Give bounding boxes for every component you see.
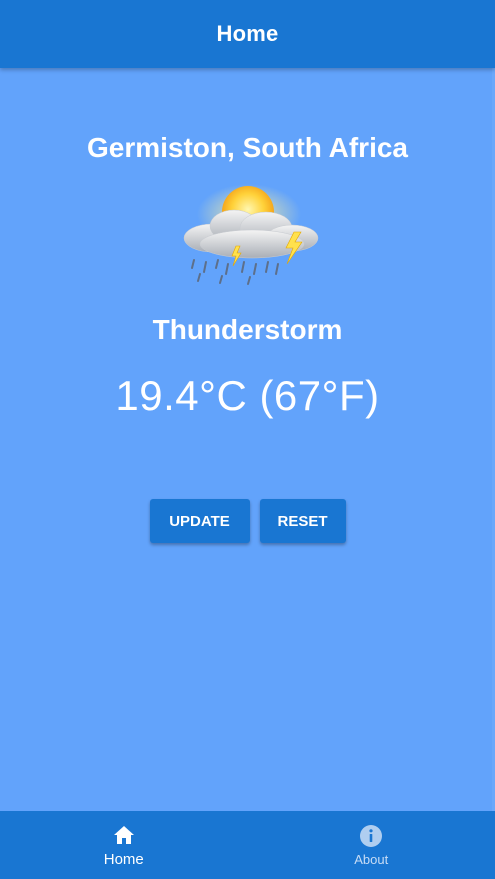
app-screen: Home Germiston, South Africa Thunderstor… <box>0 0 495 879</box>
bottom-navigation: Home About <box>0 811 495 879</box>
nav-item-about[interactable]: About <box>248 811 495 879</box>
app-bar: Home <box>0 0 495 68</box>
thunderstorm-sun-icon <box>183 184 319 285</box>
update-button[interactable]: UPDATE <box>149 499 250 543</box>
nav-label-home: Home <box>103 850 144 868</box>
temperature-readout: 19.4°C (67°F) <box>115 372 380 419</box>
location-label: Germiston, South Africa <box>86 132 408 163</box>
action-buttons: UPDATE RESET <box>0 499 495 543</box>
nav-item-home[interactable]: Home <box>0 811 248 879</box>
weather-condition: Thunderstorm <box>152 314 343 345</box>
info-icon <box>360 824 383 847</box>
home-icon <box>113 825 134 844</box>
page-title: Home <box>216 21 279 46</box>
reset-button[interactable]: RESET <box>259 499 346 543</box>
weather-panel: Germiston, South Africa Thunderstorm 19.… <box>0 68 495 811</box>
nav-label-about: About <box>354 851 389 867</box>
